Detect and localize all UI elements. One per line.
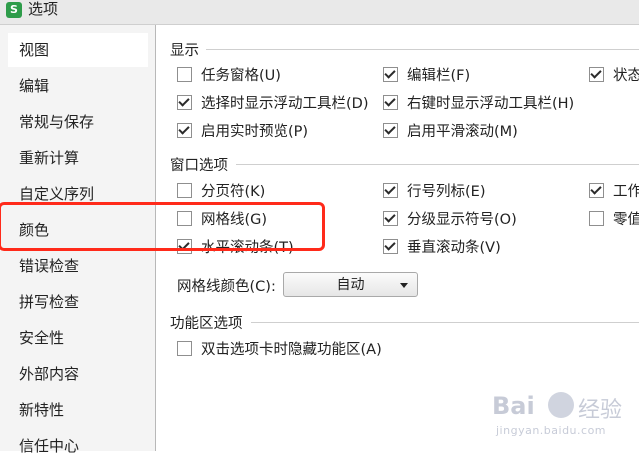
app-icon: S <box>6 2 22 18</box>
checkbox[interactable] <box>383 122 398 138</box>
option-horizontal-scrollbar[interactable]: 水平滚动条(T) <box>177 238 294 258</box>
sidebar-item-error-checking[interactable]: 错误检查 <box>8 249 148 283</box>
checkbox[interactable] <box>589 66 604 82</box>
gridline-color-dropdown[interactable]: 自动 <box>283 272 418 297</box>
option-smooth-scroll[interactable]: 启用平滑滚动(M) <box>383 122 518 142</box>
option-label: 状态 <box>613 68 639 84</box>
option-label: 分页符(K) <box>201 184 266 200</box>
sidebar-item-label: 外部内容 <box>19 365 80 383</box>
section-divider <box>236 164 639 165</box>
checkbox[interactable] <box>589 182 604 198</box>
sidebar-item-label: 重新计算 <box>19 149 80 167</box>
sidebar-item-general-save[interactable]: 常规与保存 <box>8 105 148 139</box>
checkbox[interactable] <box>177 238 192 254</box>
dropdown-value: 自动 <box>336 277 365 293</box>
option-status-bar[interactable]: 状态 <box>589 66 639 86</box>
checkbox[interactable] <box>383 238 398 254</box>
option-label: 启用平滑滚动(M) <box>407 124 518 140</box>
option-label: 选择时显示浮动工具栏(D) <box>201 96 369 112</box>
option-label: 垂直滚动条(V) <box>407 240 501 256</box>
option-label: 行号列标(E) <box>407 184 486 200</box>
sidebar-item-edit[interactable]: 编辑 <box>8 69 148 103</box>
option-outline-symbols[interactable]: 分级显示符号(O) <box>383 210 517 230</box>
checkbox[interactable] <box>383 94 398 110</box>
sidebar-item-label: 视图 <box>19 41 50 59</box>
option-sheet-tabs[interactable]: 工作 <box>589 182 639 202</box>
option-zero-values[interactable]: 零值 <box>589 210 639 230</box>
sidebar-item-external-content[interactable]: 外部内容 <box>8 357 148 391</box>
sidebar-item-custom-lists[interactable]: 自定义序列 <box>8 177 148 211</box>
option-vertical-scrollbar[interactable]: 垂直滚动条(V) <box>383 238 501 258</box>
sidebar-item-color[interactable]: 颜色 <box>8 213 148 247</box>
option-live-preview[interactable]: 启用实时预览(P) <box>177 122 308 142</box>
option-label: 网格线(G) <box>201 212 268 228</box>
sidebar-item-label: 自定义序列 <box>19 185 95 203</box>
option-label: 分级显示符号(O) <box>407 212 517 228</box>
option-floating-toolbar-on-right-click[interactable]: 右键时显示浮动工具栏(H) <box>383 94 574 114</box>
checkbox[interactable] <box>177 66 192 82</box>
checkbox[interactable] <box>177 340 192 356</box>
option-hide-ribbon-on-double-click[interactable]: 双击选项卡时隐藏功能区(A) <box>177 340 382 360</box>
options-panel: 显示 任务窗格(U) 编辑栏(F) 状态 选择时显示浮动工具栏(D) 右键时显示… <box>156 25 639 451</box>
option-label: 任务窗格(U) <box>201 68 281 84</box>
checkbox[interactable] <box>177 182 192 198</box>
option-task-pane[interactable]: 任务窗格(U) <box>177 66 281 86</box>
option-page-breaks[interactable]: 分页符(K) <box>177 182 265 202</box>
sidebar-item-security[interactable]: 安全性 <box>8 321 148 355</box>
checkbox[interactable] <box>177 122 192 138</box>
title-bar: S 选项 <box>0 0 639 25</box>
sidebar-item-label: 错误检查 <box>19 257 80 275</box>
checkbox[interactable] <box>383 66 398 82</box>
sidebar-item-label: 信任中心 <box>19 437 80 455</box>
option-label: 双击选项卡时隐藏功能区(A) <box>201 342 382 358</box>
sidebar-item-label: 拼写检查 <box>19 293 80 311</box>
sidebar-item-view[interactable]: 视图 <box>8 33 148 67</box>
gridline-color-label: 网格线颜色(C): <box>177 279 276 295</box>
chevron-down-icon <box>400 283 408 288</box>
sidebar-item-label: 颜色 <box>19 221 50 239</box>
section-title-ribbon-options: 功能区选项 <box>170 316 243 332</box>
section-title-window-options: 窗口选项 <box>170 158 228 174</box>
option-label: 右键时显示浮动工具栏(H) <box>407 96 575 112</box>
checkbox[interactable] <box>383 210 398 226</box>
section-divider <box>206 49 639 50</box>
option-formula-bar[interactable]: 编辑栏(F) <box>383 66 470 86</box>
option-label: 编辑栏(F) <box>407 68 471 84</box>
option-label: 启用实时预览(P) <box>201 124 309 140</box>
sidebar-item-new-features[interactable]: 新特性 <box>8 393 148 427</box>
section-title-display: 显示 <box>170 43 199 59</box>
sidebar-item-label: 安全性 <box>19 329 65 347</box>
checkbox[interactable] <box>383 182 398 198</box>
section-divider <box>251 322 639 323</box>
sidebar-item-label: 编辑 <box>19 77 50 95</box>
sidebar-item-label: 常规与保存 <box>19 113 95 131</box>
checkbox[interactable] <box>589 210 604 226</box>
sidebar-item-recalculate[interactable]: 重新计算 <box>8 141 148 175</box>
option-label: 零值 <box>613 212 639 228</box>
checkbox[interactable] <box>177 94 192 110</box>
sidebar-item-label: 新特性 <box>19 401 65 419</box>
sidebar-item-spell-check[interactable]: 拼写检查 <box>8 285 148 319</box>
option-label: 工作 <box>613 184 639 200</box>
options-sidebar: 视图 编辑 常规与保存 重新计算 自定义序列 颜色 错误检查 拼写检查 安全性 … <box>0 25 156 455</box>
window-title: 选项 <box>28 0 59 18</box>
sidebar-item-trust-center[interactable]: 信任中心 <box>8 429 148 463</box>
checkbox[interactable] <box>177 210 192 226</box>
option-label: 水平滚动条(T) <box>201 240 294 256</box>
option-row-col-headers[interactable]: 行号列标(E) <box>383 182 485 202</box>
option-floating-toolbar-on-select[interactable]: 选择时显示浮动工具栏(D) <box>177 94 368 114</box>
option-gridlines[interactable]: 网格线(G) <box>177 210 267 230</box>
